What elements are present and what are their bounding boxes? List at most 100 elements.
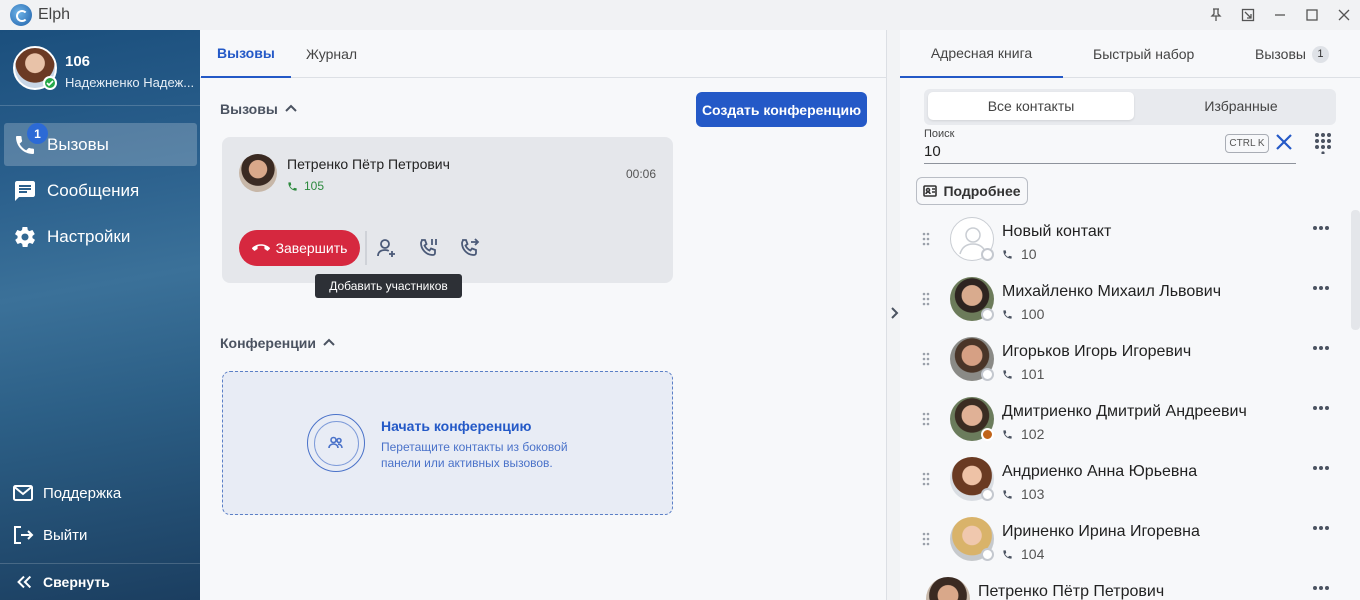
user-profile[interactable]: 106 Надежненко Надеж... [0,30,200,106]
close-icon[interactable] [1328,0,1360,30]
away-status-icon [981,428,994,441]
create-conference-button[interactable]: Создать конференцию [696,92,867,127]
contact-item[interactable]: Новый контакт 10 [900,210,1360,270]
avatar [926,577,970,600]
active-call-card: Петренко Пётр Петрович 105 00:06 Заверши… [222,137,673,283]
window-controls [1200,0,1360,30]
tab-calls[interactable]: Вызовы [201,30,291,78]
tab-label: Быстрый набор [1093,46,1195,62]
phone-icon [1003,549,1012,559]
add-participants-button[interactable] [374,235,400,261]
tab-right-calls[interactable]: Вызовы 1 [1255,30,1329,78]
drag-handle-icon[interactable] [922,532,930,546]
conferences-section-title: Конференции [220,335,317,351]
drag-handle-icon[interactable] [922,232,930,246]
more-info-label: Подробнее [943,183,1021,199]
minimize-icon[interactable] [1264,0,1296,30]
logout-link[interactable]: Выйти [12,523,87,547]
drag-handle-icon[interactable] [922,352,930,366]
contact-item[interactable]: Дмитриенко Дмитрий Андреевич 102 [900,390,1360,450]
right-panel: Адресная книга Быстрый набор Вызовы 1 Вс… [900,30,1360,600]
contact-item[interactable]: Ириненко Ирина Игоревна 104 [900,510,1360,570]
contact-item[interactable]: Михайленко Михаил Львович 100 [900,270,1360,330]
tooltip: Добавить участников [315,274,462,298]
hold-call-button[interactable] [415,235,441,261]
conference-drop-zone[interactable]: Начать конференцию Перетащите контакты и… [222,371,673,515]
more-options-icon[interactable] [1312,398,1334,410]
tab-address-book[interactable]: Адресная книга [900,30,1063,78]
drag-handle-icon[interactable] [922,472,930,486]
contact-item[interactable]: Андриенко Анна Юрьевна 103 [900,450,1360,510]
contact-card-icon [923,185,938,197]
title-bar: Elph [0,0,1360,30]
status-indicator [981,488,994,501]
fullscreen-icon[interactable] [1232,0,1264,30]
contact-number: 100 [1002,306,1044,322]
contact-item[interactable]: Игорьков Игорь Игоревич 101 [900,330,1360,390]
app-title: Elph [38,6,71,23]
search-label: Поиск [924,128,955,140]
more-options-icon[interactable] [1312,578,1334,590]
more-options-icon[interactable] [1312,278,1334,290]
main-panel: Вызовы Журнал Вызовы Создать конференцию… [200,30,887,600]
tab-journal[interactable]: Журнал [290,30,373,78]
contacts-filter: Все контакты Избранные [924,89,1336,125]
online-status-icon [43,76,57,90]
contact-number-text: 104 [1021,546,1045,562]
pin-icon[interactable] [1200,0,1232,30]
more-options-icon[interactable] [1312,218,1334,230]
support-link[interactable]: Поддержка [12,481,121,505]
segment-favorites[interactable]: Избранные [1156,92,1326,120]
sidebar-item-calls[interactable]: 1 Вызовы [4,123,197,166]
transfer-call-button[interactable] [456,235,482,261]
maximize-icon[interactable] [1296,0,1328,30]
end-call-label: Завершить [275,240,348,256]
contact-name: Михайленко Михаил Львович [1002,283,1222,300]
phone-icon [1003,309,1012,319]
contact-number-text: 100 [1021,306,1045,322]
chevron-right-icon [891,307,899,319]
sidebar-item-settings[interactable]: Настройки [4,215,197,258]
contact-number: 102 [1002,426,1044,442]
search-shortcut-hint: CTRL K [1225,134,1269,153]
contact-number: 104 [1002,546,1044,562]
phone-icon [1003,429,1012,439]
more-options-icon[interactable] [1312,338,1334,350]
more-options-icon[interactable] [1312,458,1334,470]
drag-handle-icon[interactable] [922,292,930,306]
phone-forward-icon [461,238,480,256]
status-indicator [981,248,994,261]
tab-speed-dial[interactable]: Быстрый набор [1093,30,1194,78]
logout-label: Выйти [43,526,88,544]
collapse-sidebar-button[interactable]: Свернуть [0,563,200,600]
contact-number-text: 103 [1021,486,1045,502]
conference-zone-description: Перетащите контакты из боковой панели ил… [381,440,568,470]
more-info-button[interactable]: Подробнее [916,177,1028,205]
end-call-button[interactable]: Завершить [239,230,360,266]
phone-icon [1003,249,1012,259]
panel-toggle[interactable] [887,30,900,600]
calls-section-toggle[interactable]: Вызовы [220,101,298,117]
conferences-section-toggle[interactable]: Конференции [220,335,336,351]
contact-number: 10 [1002,246,1037,262]
more-options-icon[interactable] [1312,518,1334,530]
segment-all-contacts[interactable]: Все контакты [928,92,1134,120]
dialpad-button[interactable] [1312,132,1336,156]
status-indicator [981,548,994,561]
close-icon [1276,134,1292,150]
drag-handle-icon[interactable] [922,412,930,426]
contact-name: Петренко Пётр Петрович [978,583,1165,600]
clear-search-button[interactable] [1274,132,1296,154]
caller-number-text: 105 [304,179,325,193]
contact-name: Игорьков Игорь Игоревич [1002,343,1192,360]
users-icon [328,436,343,449]
caller-name: Петренко Пётр Петрович [287,156,450,172]
contact-item[interactable]: Петренко Пётр Петрович [876,570,1336,600]
chevron-up-icon [285,104,297,112]
sidebar-item-messages[interactable]: Сообщения [4,169,197,212]
double-chevron-left-icon [17,575,32,589]
phone-icon [288,181,297,191]
contact-number-text: 10 [1021,246,1037,262]
calls-count-badge: 1 [1311,45,1329,63]
divider [365,231,367,265]
